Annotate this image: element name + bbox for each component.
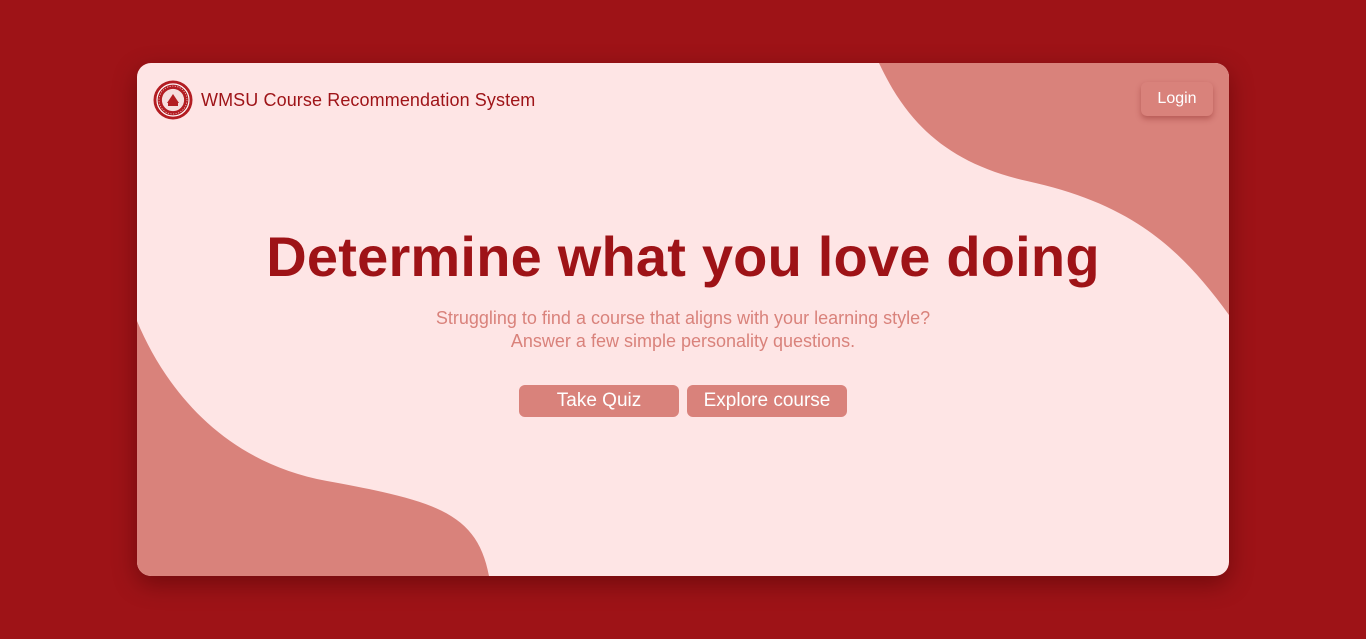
hero-subtext-line-2: Answer a few simple personality question…	[510, 331, 856, 351]
site-title: WMSU Course Recommendation System	[201, 89, 536, 110]
hero-subtext: Struggling to find a course that aligns …	[137, 307, 1229, 353]
explore-course-button[interactable]: Explore course	[687, 385, 847, 417]
take-quiz-button[interactable]: Take Quiz	[519, 385, 679, 417]
landing-card: WMSU Course Recommendation System Login …	[137, 63, 1229, 576]
site-header: WMSU Course Recommendation System	[153, 80, 535, 120]
hero-headline: Determine what you love doing	[266, 225, 1100, 288]
wmsu-seal-icon[interactable]	[153, 80, 193, 120]
hero-section: Determine what you love doing Struggling…	[137, 223, 1229, 417]
hero-subtext-line-1: Struggling to find a course that aligns …	[435, 308, 931, 328]
login-button[interactable]: Login	[1141, 82, 1213, 116]
hero-actions: Take Quiz Explore course	[137, 385, 1229, 417]
